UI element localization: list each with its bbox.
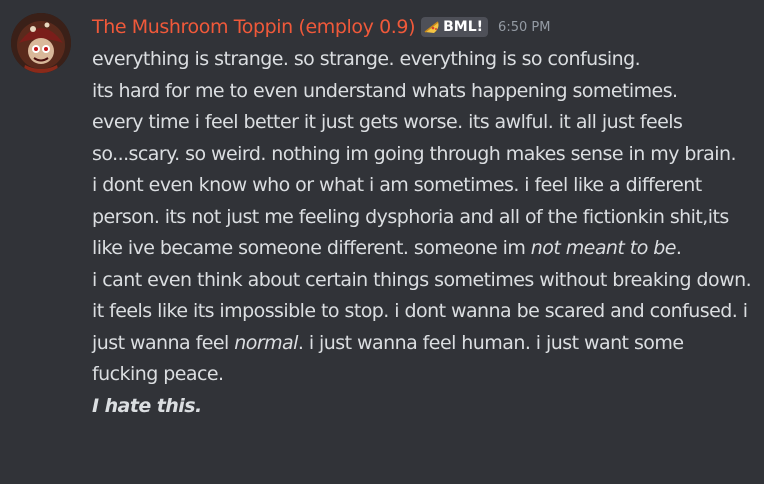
bold-italic-text: I hate this. <box>92 394 202 417</box>
message-content: everything is strange. so strange. every… <box>92 44 752 422</box>
message-line: its hard for me to even understand whats… <box>92 79 678 102</box>
chat-message: The Mushroom Toppin (employ 0.9) BML! 6:… <box>0 0 764 484</box>
message-timestamp[interactable]: 6:50 PM <box>498 20 550 35</box>
message-line: i cant even think about certain things s… <box>92 265 752 391</box>
message-line: i dont even know who or what i am someti… <box>92 170 752 265</box>
avatar-image <box>11 13 71 73</box>
message-line: everything is strange. so strange. every… <box>92 48 641 70</box>
server-tag-badge[interactable]: BML! <box>421 17 489 37</box>
emphasized-text: not meant to be <box>530 237 677 259</box>
server-tag-label: BML! <box>443 19 484 35</box>
pizza-slice-icon <box>424 21 439 33</box>
user-avatar[interactable] <box>11 13 71 73</box>
emphasized-text: normal <box>234 331 298 354</box>
username[interactable]: The Mushroom Toppin (employ 0.9) <box>92 16 416 38</box>
message-text: . <box>675 237 682 259</box>
message-line: I hate this. <box>92 391 752 423</box>
message-line: every time i feel better it just gets wo… <box>92 111 737 165</box>
message-header: The Mushroom Toppin (employ 0.9) BML! 6:… <box>92 13 550 41</box>
